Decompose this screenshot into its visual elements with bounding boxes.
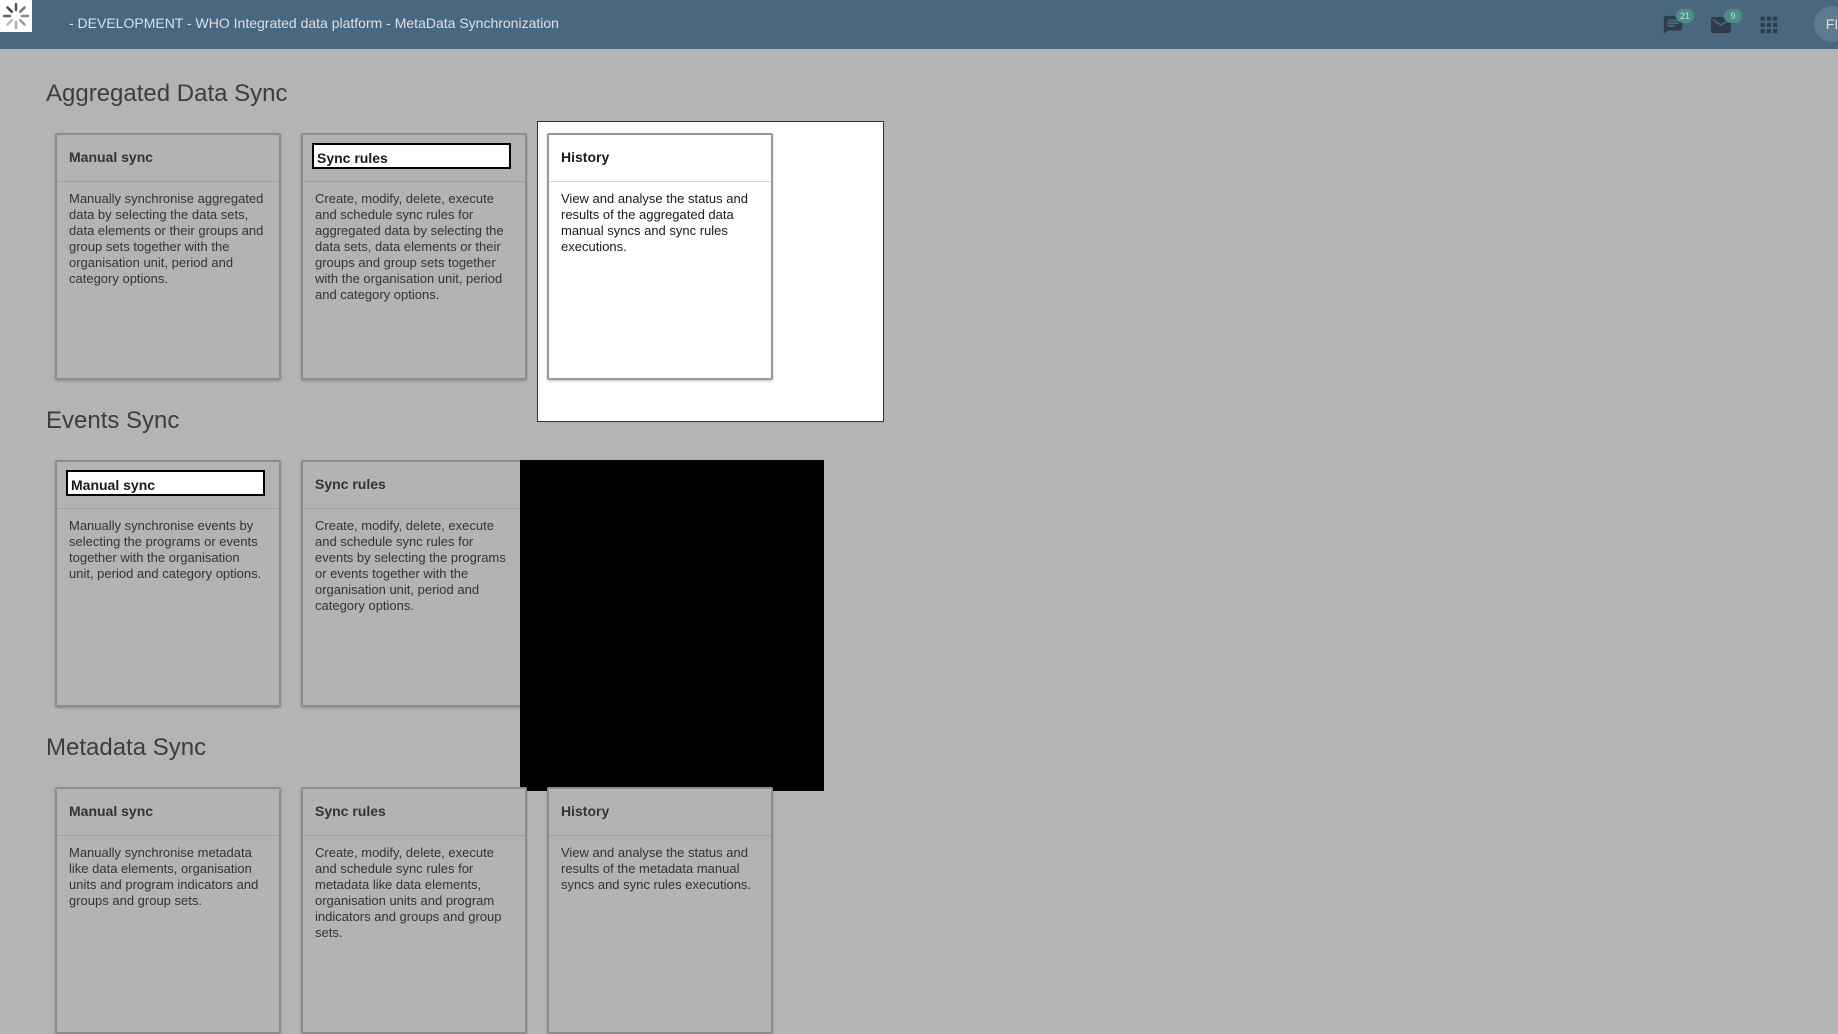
card-aggregated-sync-rules[interactable]: Sync rules Create, modify, delete, execu… [301, 133, 527, 380]
card-description: Manually synchronise aggregated data by … [69, 191, 264, 286]
card-aggregated-history[interactable]: History View and analyse the status and … [547, 133, 773, 380]
card-header: Manual sync [57, 789, 279, 836]
messages-count-badge: 21 [1676, 9, 1694, 23]
card-events-sync-rules[interactable]: Sync rules Create, modify, delete, execu… [301, 460, 527, 707]
mail-count-badge: 9 [1724, 9, 1742, 23]
loading-spinner-icon [0, 0, 32, 32]
section-title-metadata: Metadata Sync [46, 734, 207, 761]
card-metadata-history[interactable]: History View and analyse the status and … [547, 787, 773, 1034]
mail-button[interactable]: 9 [1708, 9, 1742, 38]
card-header: Manual sync [57, 135, 279, 182]
card-description: Create, modify, delete, execute and sche… [315, 845, 502, 940]
card-description: View and analyse the status and results … [561, 845, 752, 892]
occluding-overlay [520, 460, 824, 791]
card-title: Manual sync [69, 149, 154, 165]
card-metadata-sync-rules[interactable]: Sync rules Create, modify, delete, execu… [301, 787, 527, 1034]
card-metadata-manual-sync[interactable]: Manual sync Manually synchronise metadat… [55, 787, 281, 1034]
card-title: Manual sync [69, 803, 154, 819]
card-title: Sync rules [312, 143, 511, 169]
card-header: History [549, 789, 771, 836]
messages-button[interactable]: 21 [1660, 9, 1694, 38]
section-title-aggregated: Aggregated Data Sync [46, 80, 288, 107]
card-title: History [561, 803, 610, 819]
card-description: Create, modify, delete, execute and sche… [315, 518, 506, 613]
card-description: Create, modify, delete, execute and sche… [315, 191, 504, 302]
app-title: - DEVELOPMENT - WHO Integrated data plat… [69, 15, 559, 31]
user-avatar[interactable]: FI [1814, 6, 1838, 42]
card-header: Sync rules [303, 135, 525, 182]
apps-grid-icon [1760, 16, 1778, 34]
card-title: Sync rules [315, 803, 386, 819]
apps-button[interactable] [1756, 12, 1782, 38]
section-title-events: Events Sync [46, 407, 180, 434]
card-header: Manual sync [57, 462, 279, 509]
card-title: Sync rules [315, 476, 386, 492]
card-title: History [561, 149, 610, 165]
card-title: Manual sync [66, 470, 265, 496]
app-header: - DEVELOPMENT - WHO Integrated data plat… [0, 0, 1838, 49]
card-header: History [549, 135, 771, 182]
card-events-manual-sync[interactable]: Manual sync Manually synchronise events … [55, 460, 281, 707]
card-aggregated-manual-sync[interactable]: Manual sync Manually synchronise aggrega… [55, 133, 281, 380]
card-description: Manually synchronise metadata like data … [69, 845, 259, 908]
card-header: Sync rules [303, 462, 525, 509]
card-description: Manually synchronise events by selecting… [69, 518, 262, 581]
card-header: Sync rules [303, 789, 525, 836]
card-description: View and analyse the status and results … [561, 191, 748, 254]
